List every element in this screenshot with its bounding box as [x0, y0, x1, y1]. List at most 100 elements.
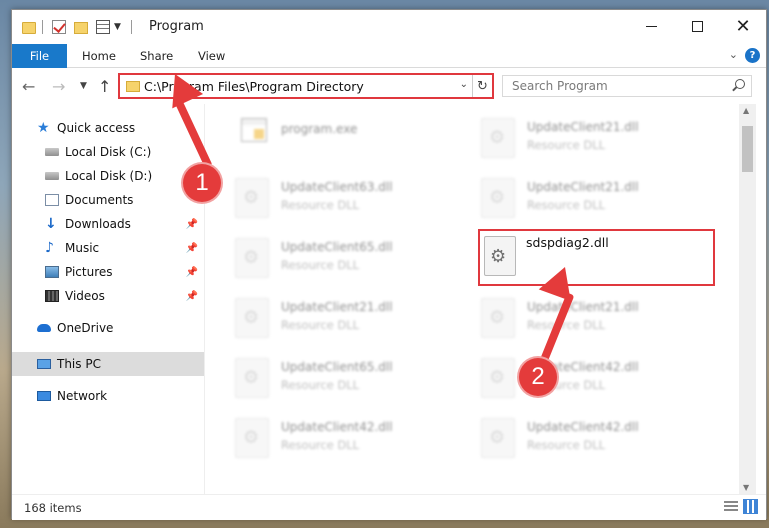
file-name: UpdateClient42.dll [281, 420, 393, 434]
close-button[interactable]: ✕ [720, 10, 766, 42]
forward-arrow-icon[interactable]: → [52, 77, 65, 96]
file-name: UpdateClient21.dll [281, 300, 393, 314]
dll-file-icon [235, 178, 269, 218]
tab-view[interactable]: View [198, 44, 225, 68]
minimize-button[interactable] [628, 10, 674, 42]
pin-icon[interactable]: 📌 [186, 291, 198, 302]
status-bar: 168 items [12, 494, 766, 520]
file-item[interactable]: program.exe [205, 104, 445, 160]
refresh-icon[interactable]: ↻ [472, 75, 492, 97]
minimize-icon [645, 25, 657, 27]
file-item[interactable]: UpdateClient42.dll Resource DLL [451, 344, 691, 400]
folder-icon [126, 81, 140, 92]
file-item[interactable]: UpdateClient21.dll Resource DLL [451, 104, 691, 160]
downloads-icon: ↓ [45, 216, 57, 232]
file-type: Resource DLL [281, 198, 360, 212]
exe-file-icon [241, 118, 267, 142]
star-icon: ★ [37, 120, 50, 136]
sidebar-item-downloads[interactable]: ↓ Downloads 📌 [12, 212, 204, 236]
help-icon[interactable]: ? [745, 48, 760, 63]
tab-file[interactable]: File [12, 44, 67, 68]
chevron-down-icon[interactable]: ▼ [114, 22, 121, 40]
file-type: Resource DLL [281, 438, 360, 452]
vertical-scrollbar[interactable]: ▲ ▼ [739, 104, 756, 494]
properties-check-icon[interactable] [52, 20, 66, 34]
drive-icon [45, 148, 59, 156]
sidebar-item-onedrive[interactable]: OneDrive [12, 316, 204, 340]
sidebar-item-label: Pictures [65, 265, 113, 279]
scroll-up-icon[interactable]: ▲ [743, 106, 749, 115]
new-folder-icon[interactable] [74, 22, 88, 34]
file-item[interactable]: UpdateClient42.dll Resource DLL [451, 404, 691, 460]
pin-icon[interactable]: 📌 [186, 219, 198, 230]
ribbon-tabs: File Home Share View ⌄ ? [12, 44, 766, 68]
search-input[interactable] [503, 76, 723, 96]
documents-icon [45, 194, 59, 206]
dll-file-icon [484, 236, 516, 276]
dll-file-icon [481, 118, 515, 158]
back-arrow-icon[interactable]: ← [22, 77, 35, 96]
expand-ribbon-icon[interactable]: ⌄ [729, 48, 738, 61]
file-type: Resource DLL [281, 258, 360, 272]
file-name: UpdateClient65.dll [281, 240, 393, 254]
file-item[interactable]: UpdateClient65.dll Resource DLL [205, 344, 445, 400]
sidebar-item-network[interactable]: Network [12, 384, 204, 408]
file-item[interactable]: UpdateClient63.dll Resource DLL [205, 164, 445, 220]
maximize-button[interactable] [674, 10, 720, 42]
file-name: UpdateClient42.dll [527, 420, 639, 434]
dll-file-icon [481, 418, 515, 458]
file-item[interactable]: UpdateClient65.dll Resource DLL [205, 224, 445, 280]
chevron-down-icon[interactable]: ⌄ [460, 79, 468, 90]
sidebar-item-label: Local Disk (C:) [65, 145, 152, 159]
step-badge-2: 2 [519, 358, 557, 396]
sidebar-item-label: Network [57, 389, 108, 403]
sidebar-item-local-disk-c[interactable]: Local Disk (C:) [12, 140, 204, 164]
file-name: sdspdiag2.dll [526, 235, 609, 250]
pin-icon[interactable]: 📌 [186, 243, 198, 254]
file-name: UpdateClient63.dll [281, 180, 393, 194]
scrollbar-thumb[interactable] [742, 126, 753, 172]
sidebar-item-label: Quick access [57, 121, 136, 135]
search-box[interactable] [502, 75, 752, 97]
music-icon: ♪ [45, 240, 54, 256]
sidebar-item-documents[interactable]: Documents [12, 188, 204, 212]
dll-file-icon [481, 358, 515, 398]
network-icon [37, 391, 51, 401]
highlighted-file-item[interactable]: sdspdiag2.dll [478, 229, 715, 286]
file-type: Resource DLL [281, 318, 360, 332]
sidebar-item-quick-access[interactable]: ★ Quick access [12, 116, 204, 140]
pin-icon[interactable]: 📌 [186, 267, 198, 278]
file-type: Resource DLL [527, 138, 606, 152]
sidebar-item-videos[interactable]: Videos 📌 [12, 284, 204, 308]
cloud-icon [37, 324, 51, 332]
file-name: program.exe [281, 122, 358, 136]
file-name: UpdateClient21.dll [527, 300, 639, 314]
dll-file-icon [235, 238, 269, 278]
title-bar: ▼ Program ✕ [12, 10, 766, 44]
scroll-down-icon[interactable]: ▼ [743, 483, 749, 492]
tab-home[interactable]: Home [82, 44, 116, 68]
large-icons-view-icon[interactable] [743, 499, 758, 514]
sidebar-item-pictures[interactable]: Pictures 📌 [12, 260, 204, 284]
navigation-row: ← → ▼ ↑ C:\Program Files\Program Directo… [12, 69, 766, 103]
customize-toolbar-icon[interactable] [96, 20, 110, 34]
details-view-icon[interactable] [724, 501, 738, 513]
window-title: Program [149, 19, 204, 34]
file-item[interactable]: UpdateClient42.dll Resource DLL [205, 404, 445, 460]
sidebar-item-music[interactable]: ♪ Music 📌 [12, 236, 204, 260]
divider [42, 20, 43, 34]
tab-share[interactable]: Share [140, 44, 173, 68]
sidebar-item-this-pc[interactable]: This PC [12, 352, 204, 376]
divider [131, 20, 132, 34]
videos-icon [45, 290, 59, 302]
close-icon: ✕ [735, 15, 751, 37]
file-type: Resource DLL [527, 318, 606, 332]
file-item[interactable]: UpdateClient21.dll Resource DLL [205, 284, 445, 340]
sidebar-item-local-disk-d[interactable]: Local Disk (D:) [12, 164, 204, 188]
sidebar-item-label: Local Disk (D:) [65, 169, 153, 183]
file-type: Resource DLL [527, 198, 606, 212]
up-arrow-icon[interactable]: ↑ [98, 77, 111, 96]
recent-locations-icon[interactable]: ▼ [80, 81, 87, 91]
file-item[interactable]: UpdateClient21.dll Resource DLL [451, 164, 691, 220]
search-icon[interactable] [735, 79, 745, 89]
